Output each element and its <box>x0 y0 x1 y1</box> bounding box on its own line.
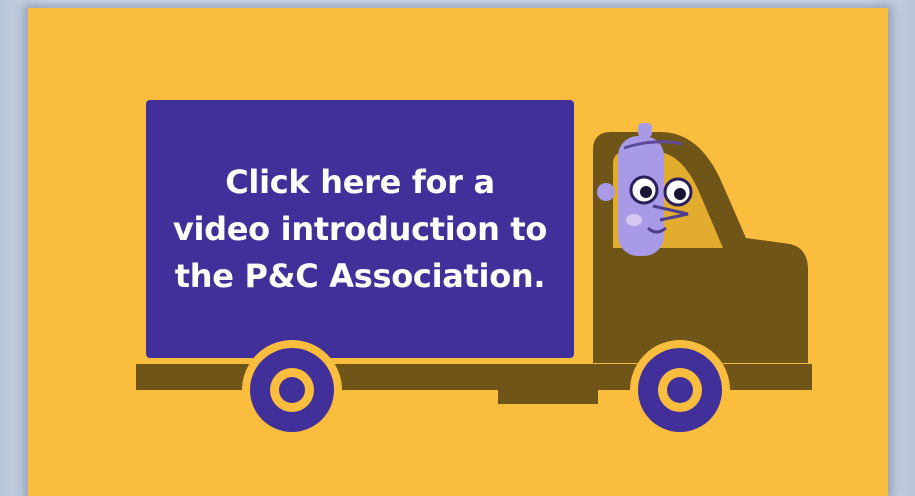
caption-line-3: the P&C Association. <box>174 256 546 295</box>
video-thumbnail-link[interactable]: Click here for a video introduction to t… <box>28 8 888 496</box>
caption-line-1: Click here for a <box>225 162 495 201</box>
front-wheel-icon <box>630 340 730 440</box>
video-intro-caption[interactable]: Click here for a video introduction to t… <box>146 100 574 358</box>
caption-line-2: video introduction to <box>172 209 548 248</box>
slide-frame: Click here for a video introduction to t… <box>0 0 915 496</box>
